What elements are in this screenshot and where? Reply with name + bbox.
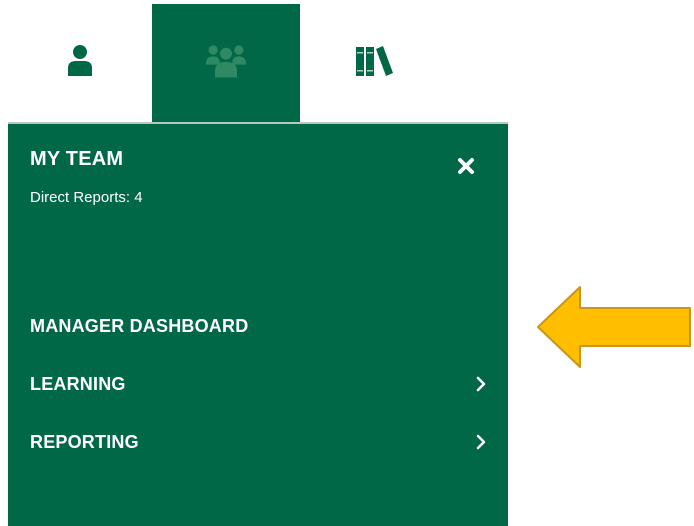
panel-title: MY TEAM [30, 148, 124, 170]
books-icon [352, 39, 396, 83]
menu-item-label: MANAGER DASHBOARD [30, 315, 249, 336]
divider [8, 122, 508, 124]
screen: MY TEAM Direct Reports: 4 MANAGER DASHBO… [0, 0, 694, 526]
tab-team[interactable] [152, 4, 300, 122]
menu-item-reporting[interactable]: REPORTING [8, 422, 508, 462]
tab-profile[interactable] [8, 4, 152, 122]
menu-item-manager-dashboard[interactable]: MANAGER DASHBOARD [8, 306, 508, 346]
direct-reports-count: Direct Reports: 4 [30, 189, 143, 206]
user-icon [58, 39, 102, 83]
team-panel: MY TEAM Direct Reports: 4 MANAGER DASHBO… [8, 122, 508, 526]
close-button[interactable] [454, 154, 478, 178]
menu-item-learning[interactable]: LEARNING [8, 364, 508, 404]
chevron-right-icon [476, 434, 486, 450]
tab-library[interactable] [300, 4, 448, 122]
menu-item-label: REPORTING [30, 431, 139, 452]
arrow-left-icon [537, 286, 691, 368]
team-icon [204, 39, 248, 83]
close-icon [458, 158, 474, 174]
chevron-right-icon [476, 376, 486, 392]
menu-item-label: LEARNING [30, 373, 126, 394]
